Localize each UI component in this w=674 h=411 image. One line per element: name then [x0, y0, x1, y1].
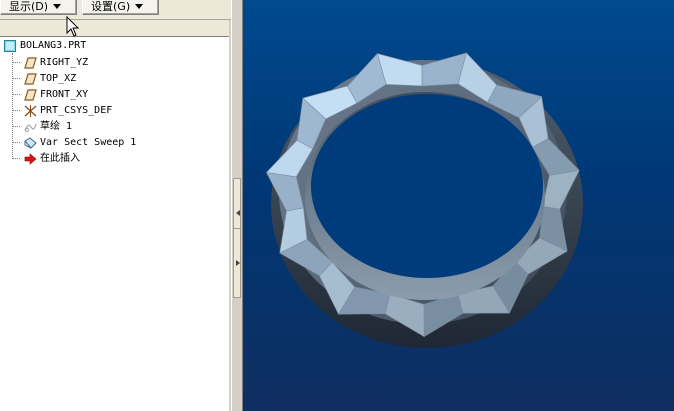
datum-plane-icon [24, 89, 37, 101]
tree-connector [12, 94, 20, 95]
model-tree-toolbar: 显示(D) 设置(G) [0, 0, 231, 17]
tree-header-strip [0, 20, 229, 36]
tree-item-label: Var Sect Sweep 1 [40, 137, 137, 148]
tree-connector [12, 126, 20, 127]
mouse-cursor-icon [66, 16, 80, 37]
expand-right-handle[interactable] [233, 228, 241, 298]
model-tree[interactable]: BOLANG3.PRT RIGHT_YZ TOP_XZ FRONT_XY PRT… [0, 36, 229, 411]
ring-hole [311, 94, 543, 278]
coordinate-system-icon [24, 105, 37, 117]
tree-item-label: FRONT_XY [40, 89, 89, 100]
chevron-left-icon [236, 210, 240, 216]
settings-menu-label: 设置(G) [91, 0, 131, 13]
tree-connector [12, 62, 20, 63]
graphics-viewport[interactable] [243, 0, 674, 411]
display-menu-label: 显示(D) [9, 0, 49, 13]
tree-connector [12, 78, 20, 79]
tree-item-label: PRT_CSYS_DEF [40, 105, 113, 116]
tree-connector [12, 110, 20, 111]
tree-connector [12, 142, 20, 143]
part-icon [4, 40, 16, 52]
settings-menu-button[interactable]: 设置(G) [82, 0, 159, 15]
tree-item-label: 草绘 1 [40, 121, 73, 132]
chevron-right-icon [236, 260, 240, 266]
insert-here-arrow-icon [24, 153, 37, 165]
tree-connector [12, 158, 20, 159]
display-menu-button[interactable]: 显示(D) [0, 0, 77, 15]
tree-item-label: 在此插入 [40, 153, 80, 164]
sweep-feature-icon [24, 137, 37, 149]
tree-root-label: BOLANG3.PRT [20, 40, 87, 51]
chevron-down-icon [135, 4, 144, 9]
datum-plane-icon [24, 57, 37, 69]
model-tree-panel: 显示(D) 设置(G) BOLANG3.PRT RIGHT_YZ TOP_XZ … [0, 0, 231, 411]
wavy-ring-icon [265, 52, 583, 348]
sketch-icon [24, 123, 37, 133]
tree-item-label: RIGHT_YZ [40, 57, 89, 68]
tree-item-label: TOP_XZ [40, 73, 77, 84]
chevron-down-icon [53, 4, 62, 9]
panel-splitter[interactable] [231, 0, 243, 411]
datum-plane-icon [24, 73, 37, 85]
